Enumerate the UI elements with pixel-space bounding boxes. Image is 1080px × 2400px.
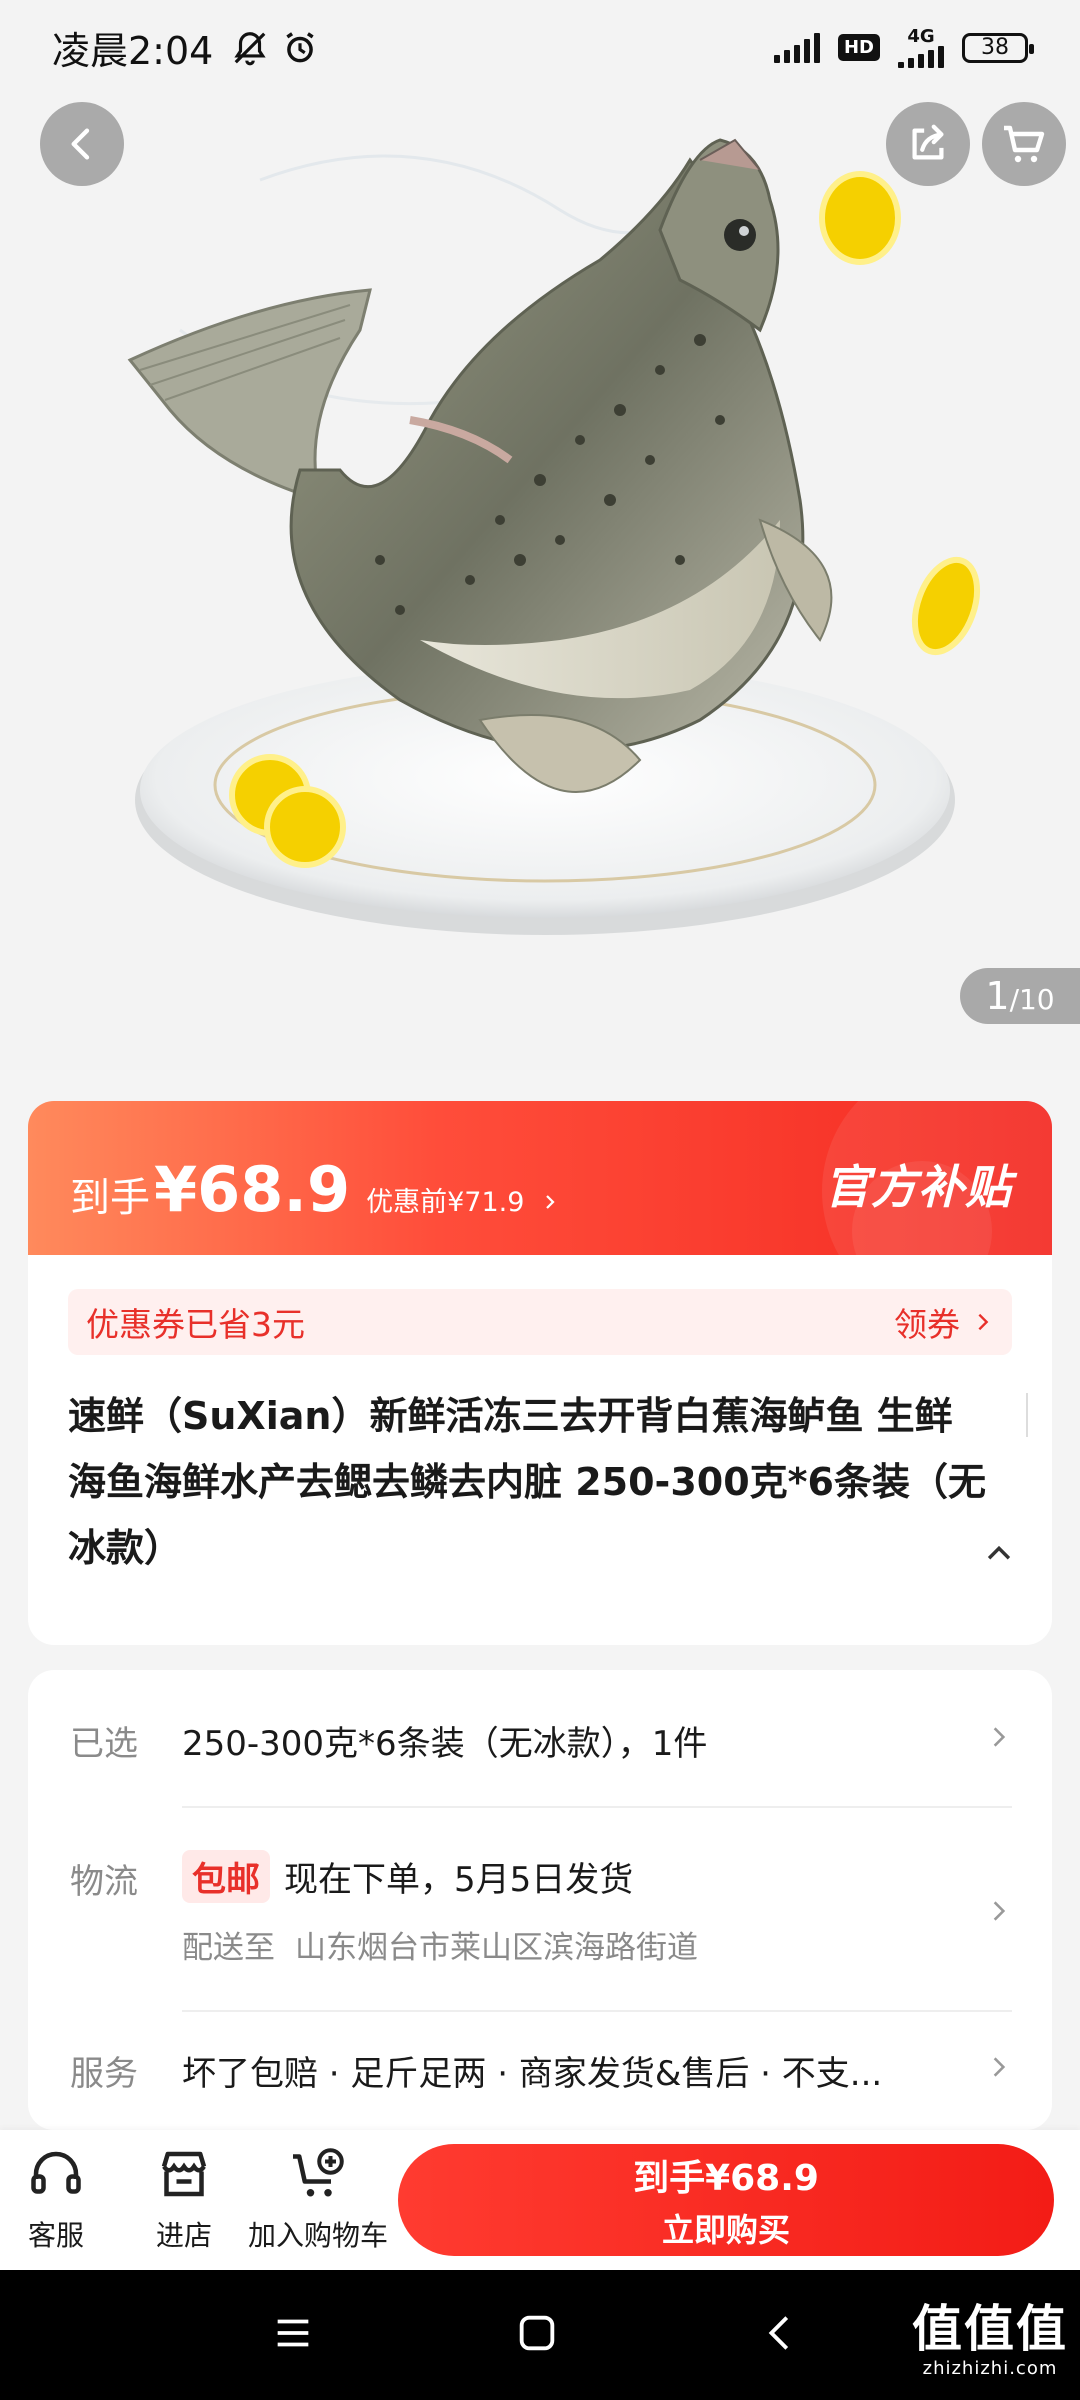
product-title: 速鲜（SuXian）新鲜活冻三去开背白蕉海鲈鱼 生鲜海鱼海鲜水产去鳃去鳞去内脏 … bbox=[68, 1394, 986, 1570]
service-label: 服务 bbox=[70, 2054, 138, 2094]
chevron-right-icon bbox=[993, 1901, 1006, 1921]
chevron-right-icon bbox=[546, 1195, 555, 1209]
buy-now-label: 立即购买 bbox=[661, 2211, 790, 2249]
share-button[interactable] bbox=[886, 102, 970, 186]
hd-badge: HD bbox=[837, 34, 880, 61]
product-image-gallery[interactable]: 凌晨2:04 HD 4G 38 1 /10 bbox=[0, 0, 1080, 1070]
store-icon bbox=[161, 2151, 207, 2197]
service-value: 坏了包赔 · 足斤足两 · 商家发货&售后 · 不支... bbox=[182, 2054, 883, 2094]
signal-strength-icon bbox=[773, 32, 820, 63]
chevron-right-icon bbox=[993, 1727, 1006, 1747]
store-button[interactable]: 进店 bbox=[154, 2144, 214, 2254]
price-banner: 到手 ¥68.9 优惠前¥71.9 官方补贴 bbox=[28, 1101, 1052, 1255]
price-label: 到手 bbox=[70, 1175, 150, 1221]
buy-now-button[interactable]: 到手¥68.9 立即购买 bbox=[398, 2144, 1054, 2256]
status-time: 凌晨2:04 bbox=[52, 29, 214, 73]
site-watermark: 值值值 zhizhizhi.com bbox=[912, 2300, 1068, 2379]
home-nav-button[interactable] bbox=[514, 2310, 560, 2360]
battery-icon: 38 bbox=[962, 32, 1034, 63]
free-shipping-badge: 包邮 bbox=[182, 1850, 270, 1903]
home-square-icon bbox=[519, 2315, 555, 2351]
back-button[interactable] bbox=[40, 102, 124, 186]
logistics-label: 物流 bbox=[70, 1862, 138, 1902]
shopping-cart-icon bbox=[1004, 125, 1045, 163]
add-to-cart-icon bbox=[293, 2148, 344, 2197]
mute-bell-icon bbox=[231, 29, 269, 67]
previous-price-link[interactable]: 优惠前¥71.9 bbox=[366, 1180, 559, 1219]
delivery-address: 山东烟台市莱山区滨海路街道 bbox=[295, 1930, 698, 1966]
gallery-page-indicator: 1 /10 bbox=[960, 968, 1080, 1024]
customer-service-button[interactable]: 客服 bbox=[26, 2144, 86, 2254]
ship-date-text: 现在下单，5月5日发货 bbox=[284, 1860, 634, 1900]
chevron-left-icon bbox=[71, 128, 90, 160]
official-subsidy-badge: 官方补贴 bbox=[824, 1160, 1012, 1214]
final-price: ¥68.9 bbox=[154, 1153, 351, 1226]
chevron-up-icon bbox=[987, 1545, 1011, 1560]
service-row[interactable]: 服务 坏了包赔 · 足斤足两 · 商家发货&售后 · 不支... bbox=[28, 2012, 1052, 2130]
selected-label: 已选 bbox=[70, 1724, 138, 1764]
status-bar: 凌晨2:04 HD 4G 38 bbox=[0, 0, 1080, 95]
collapse-title-button[interactable] bbox=[982, 1537, 1016, 1575]
deliver-to-label: 配送至 bbox=[182, 1930, 275, 1966]
selected-spec-row[interactable]: 已选 250-300克*6条装（无冰款），1件 bbox=[28, 1670, 1052, 1820]
coupon-bar[interactable]: 优惠券已省3元 领券 bbox=[68, 1289, 1012, 1355]
alarm-clock-icon bbox=[281, 29, 319, 67]
menu-nav-button[interactable] bbox=[270, 2310, 316, 2360]
selected-value: 250-300克*6条装（无冰款），1件 bbox=[182, 1724, 708, 1764]
menu-icon bbox=[277, 2319, 309, 2347]
spec-card: 已选 250-300克*6条装（无冰款），1件 物流 包邮 现在下单，5月5日发货… bbox=[28, 1670, 1052, 2130]
system-navigation-bar: 值值值 zhizhizhi.com bbox=[0, 2270, 1080, 2400]
back-nav-button[interactable] bbox=[758, 2310, 804, 2360]
cart-button[interactable] bbox=[982, 102, 1066, 186]
product-info-card: 优惠券已省3元 领券 速鲜（SuXian）新鲜活冻三去开背白蕉海鲈鱼 生鲜海鱼海… bbox=[28, 1255, 1052, 1645]
get-coupon-button[interactable]: 领券 bbox=[894, 1298, 994, 1346]
share-icon bbox=[912, 124, 944, 160]
network-type-icon: 4G bbox=[898, 27, 944, 68]
coupon-saved-text: 优惠券已省3元 bbox=[86, 1305, 305, 1344]
buy-now-price: 到手¥68.9 bbox=[633, 2158, 819, 2199]
headset-icon bbox=[31, 2151, 81, 2194]
logistics-row[interactable]: 物流 包邮 现在下单，5月5日发货 配送至 山东烟台市莱山区滨海路街道 bbox=[28, 1810, 1052, 2010]
chevron-right-icon bbox=[978, 1313, 989, 1331]
chevron-right-icon bbox=[993, 2057, 1006, 2077]
bottom-action-bar: 客服 进店 加入购物车 到手¥68.9 立即购买 bbox=[0, 2130, 1080, 2270]
back-triangle-icon bbox=[768, 2316, 789, 2350]
add-to-cart-button[interactable]: 加入购物车 bbox=[248, 2144, 388, 2254]
